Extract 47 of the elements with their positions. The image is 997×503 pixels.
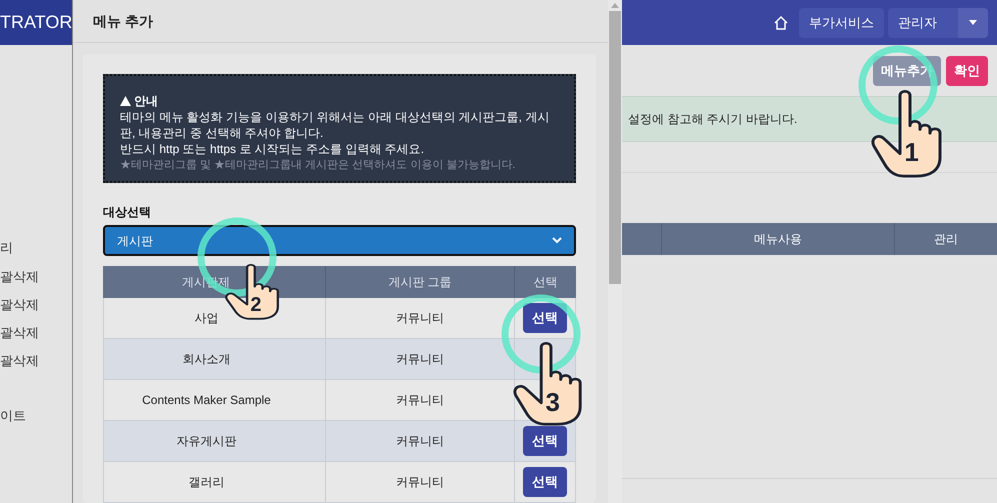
- sidebar-item[interactable]: 괄삭제: [0, 323, 39, 342]
- table-cell-text: 자유게시판: [176, 433, 236, 450]
- step-number: 2: [250, 295, 262, 316]
- caret-icon: [969, 20, 977, 25]
- step-number: 1: [904, 139, 919, 166]
- chevron-down-icon: [552, 237, 562, 244]
- table-cell-text: 커뮤니티: [396, 433, 444, 450]
- action-button[interactable]: 확인: [946, 56, 988, 86]
- table-cell-text: 커뮤니티: [396, 351, 444, 368]
- column-header: 메뉴사용: [754, 231, 802, 248]
- user-button[interactable]: 관리자: [888, 8, 958, 38]
- sidebar-item[interactable]: 리: [0, 238, 13, 258]
- notice-note: ★테마관리그룹 및 ★테마관리그룹내 게시판은 선택하셔도 이용이 불가능합니다.: [120, 158, 516, 173]
- select-button[interactable]: 선택: [523, 303, 567, 333]
- dropdown-button[interactable]: [958, 8, 988, 38]
- highlight-circle-icon: [856, 43, 940, 127]
- column-header: 관리: [934, 231, 958, 248]
- field-label: 대상선택: [103, 204, 152, 221]
- select-button[interactable]: 선택: [523, 467, 567, 497]
- alert-text: 설정에 참고해 주시기 바랍니다.: [628, 111, 798, 128]
- table-cell-text: 사업: [194, 310, 218, 327]
- header-button[interactable]: 부가서비스: [799, 8, 884, 38]
- sidebar-item[interactable]: 괄삭제: [0, 351, 39, 370]
- target-select[interactable]: 게시판: [103, 225, 576, 256]
- scrollbar-thumb[interactable]: [609, 11, 621, 284]
- select-button[interactable]: 선택: [523, 426, 567, 456]
- table-cell-text: 커뮤니티: [396, 310, 444, 327]
- modal-title: 메뉴 추가: [93, 12, 153, 30]
- table-cell-text: 갤러리: [188, 474, 224, 491]
- home-icon[interactable]: [773, 14, 789, 30]
- notice-text: 테마의 메뉴 활성화 기능을 이용하기 위해서는 아래 대상선택의 게시판그룹, 게시판, 내용관리 중 선택해 주셔야 합니다.: [120, 109, 550, 141]
- table-cell-text: 커뮤니티: [396, 474, 444, 491]
- warning-icon: [120, 96, 131, 106]
- sidebar-item[interactable]: 이트: [0, 406, 26, 426]
- step-number: 3: [545, 389, 560, 416]
- sidebar-item[interactable]: 괄삭제: [0, 267, 39, 286]
- table-cell-text: 커뮤니티: [396, 392, 444, 409]
- brand-text: TRATOR: [0, 11, 72, 34]
- notice-title: 안내: [134, 93, 158, 109]
- table-cell-text: Contents Maker Sample: [142, 392, 271, 409]
- table-cell-text: 회사소개: [182, 351, 230, 368]
- column-header: 선택: [534, 274, 558, 291]
- sidebar-item[interactable]: 괄삭제: [0, 295, 39, 314]
- highlight-circle-icon: [499, 292, 583, 376]
- scroll-up-icon: [611, 3, 619, 8]
- column-header: 게시판 그룹: [388, 274, 452, 291]
- notice-text: 반드시 http 또는 https 로 시작되는 주소를 입력해 주세요.: [120, 141, 426, 157]
